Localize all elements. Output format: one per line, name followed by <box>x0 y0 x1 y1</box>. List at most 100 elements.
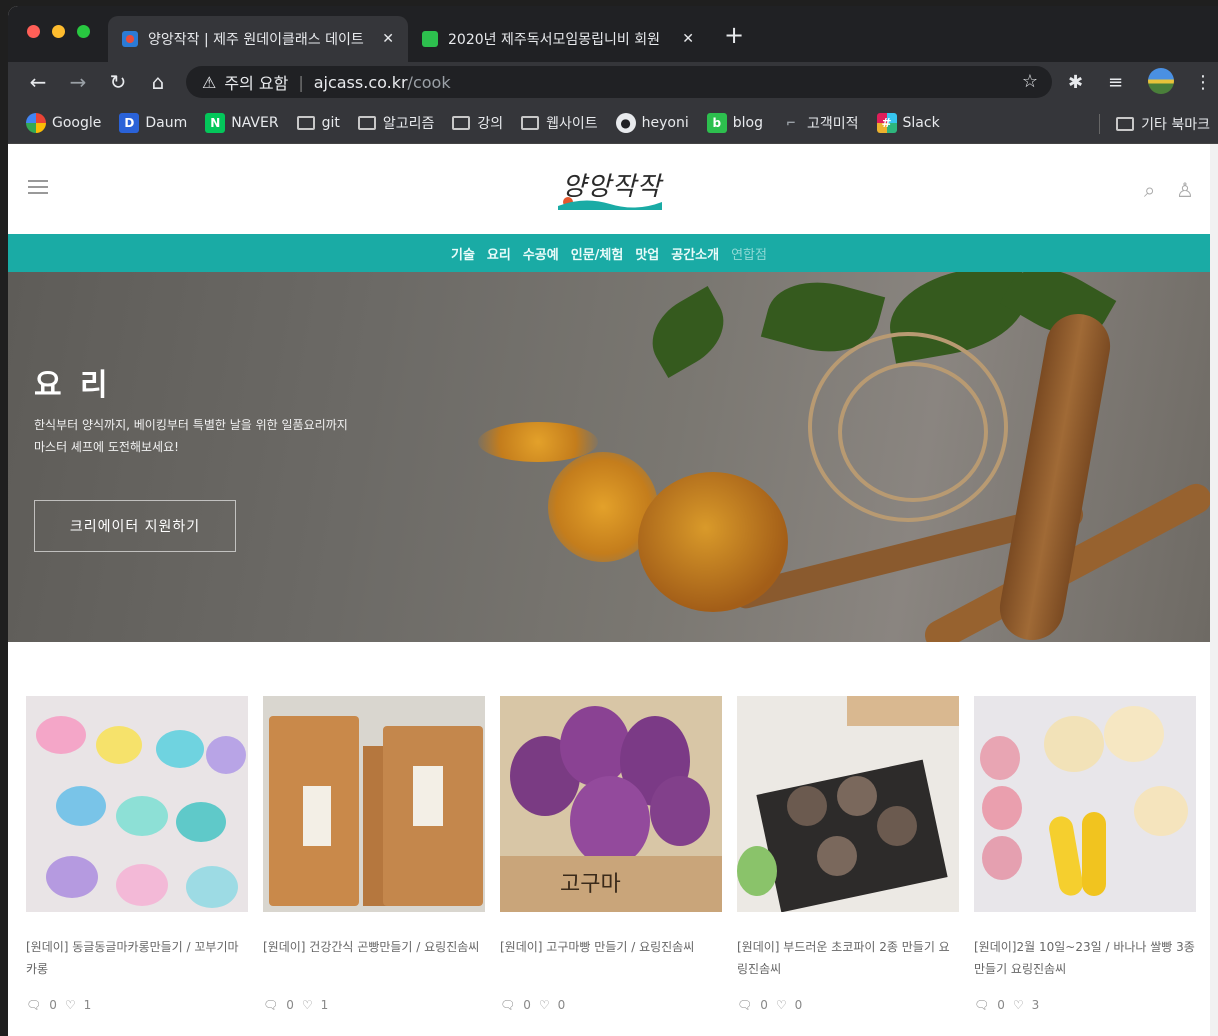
tab-active[interactable]: 양앙작작 | 제주 원데이클래스 데이트 ✕ <box>108 16 408 62</box>
card-title[interactable]: [원데이] 부드러운 초코파이 2종 만들기 요링진솜씨 <box>737 936 959 982</box>
slack-icon: # <box>876 112 897 133</box>
card-title[interactable]: [원데이]2월 10일~23일 / 바나나 쌀빵 3종 만들기 요링진솜씨 <box>974 936 1196 982</box>
security-warning-label: 주의 요함 <box>224 74 289 93</box>
like-count: 1 <box>83 998 92 1012</box>
hero-title: 요 리 <box>34 368 112 403</box>
page-scrollbar[interactable] <box>1210 144 1218 1036</box>
address-divider: | <box>298 72 304 92</box>
extensions-puzzle-icon[interactable]: ✱ <box>1068 72 1083 93</box>
tab-title: 양앙작작 | 제주 원데이클래스 데이트 <box>148 32 364 48</box>
tab-title: 2020년 제주독서모임몽립니비 회원 <box>448 32 660 48</box>
comment-icon: 🗨 <box>500 998 516 1012</box>
nav-tech[interactable]: 기술 <box>451 244 475 263</box>
address-bar[interactable]: ⚠ 주의 요함 | ajcass.co.kr/cook ☆ <box>186 66 1052 98</box>
search-icon[interactable]: ⌕ <box>1144 178 1155 202</box>
bookmark-customer[interactable]: ⌐ 고객미적 <box>781 113 859 133</box>
heart-icon[interactable]: ♡ <box>302 998 313 1012</box>
nav-crafts[interactable]: 수공예 <box>523 244 559 263</box>
back-arrow-icon[interactable]: ← <box>26 70 50 94</box>
bookmark-git[interactable]: git <box>296 115 340 131</box>
card-thumbnail-choco-pie[interactable] <box>737 696 959 912</box>
close-tab-icon[interactable]: ✕ <box>382 31 394 47</box>
comment-icon: 🗨 <box>263 998 279 1012</box>
class-card[interactable]: [원데이] 부드러운 초코파이 2종 만들기 요링진솜씨 🗨 0 ♡ 0 <box>737 696 959 1012</box>
hamburger-menu-icon[interactable] <box>28 180 48 198</box>
class-card-list: [원데이] 동글동글마카롱만들기 / 꼬부기마카롱 🗨 0 ♡ 1 [원데이] 건강… <box>26 696 1196 1012</box>
bookmark-heyoni[interactable]: ● heyoni <box>615 112 689 133</box>
hero-subtitle: 한식부터 양식까지, 베이킹부터 특별한 날을 위한 일품요리까지 마스터 셰프… <box>34 418 348 454</box>
tab-inactive[interactable]: 2020년 제주독서모임몽립니비 회원 ✕ <box>408 16 708 62</box>
twine-image <box>838 362 988 502</box>
card-thumbnail-banana-bread[interactable] <box>974 696 1196 912</box>
warning-triangle-icon: ⚠ <box>202 72 217 92</box>
like-count: 0 <box>794 998 803 1012</box>
heart-icon[interactable]: ♡ <box>539 998 550 1012</box>
comment-count: 0 <box>49 998 57 1012</box>
creator-apply-button[interactable]: 크리에이터 지원하기 <box>34 500 236 552</box>
nav-space[interactable]: 공간소개 <box>671 244 719 263</box>
home-icon[interactable]: ⌂ <box>146 70 170 94</box>
folder-icon <box>296 115 315 130</box>
maximize-window-button[interactable] <box>77 25 90 38</box>
browser-toolbar: ← → ↻ ⌂ ⚠ 주의 요함 | ajcass.co.kr/cook ☆ ✱ … <box>8 62 1218 102</box>
github-icon: ● <box>615 112 636 133</box>
heart-icon[interactable]: ♡ <box>1013 998 1024 1012</box>
bookmark-blog[interactable]: b blog <box>706 112 763 133</box>
bookmark-algorithm[interactable]: 알고리즘 <box>357 113 434 133</box>
bookmark-naver[interactable]: N NAVER <box>205 112 279 133</box>
card-thumbnail-sweet-potato[interactable]: 고구마 <box>500 696 722 912</box>
bookmark-slack[interactable]: # Slack <box>876 112 940 133</box>
heart-icon[interactable]: ♡ <box>776 998 787 1012</box>
bookmarks-bar: Google D Daum N NAVER git 알고리즘 강의 웹사이트 ● he… <box>8 102 1218 144</box>
bookmark-website[interactable]: 웹사이트 <box>521 113 598 133</box>
like-count: 0 <box>557 998 566 1012</box>
class-card[interactable]: [원데이]2월 10일~23일 / 바나나 쌀빵 3종 만들기 요링진솜씨 🗨 0… <box>974 696 1196 1012</box>
folder-icon <box>521 115 540 130</box>
card-thumbnail-macarons[interactable] <box>26 696 248 912</box>
forward-arrow-icon[interactable]: → <box>66 70 90 94</box>
bookmark-star-icon[interactable]: ☆ <box>1022 71 1038 92</box>
daum-icon: D <box>119 112 140 133</box>
class-card[interactable]: [원데이] 동글동글마카롱만들기 / 꼬부기마카롱 🗨 0 ♡ 1 <box>26 696 248 1012</box>
bookmark-lecture[interactable]: 강의 <box>452 113 503 133</box>
reading-list-icon[interactable]: ≡ <box>1108 72 1123 93</box>
comment-icon: 🗨 <box>974 998 990 1012</box>
bookmark-google[interactable]: Google <box>26 112 101 133</box>
other-bookmarks[interactable]: 기타 북마크 <box>1116 114 1210 134</box>
new-tab-button[interactable]: + <box>724 23 744 47</box>
card-meta: 🗨 0 ♡ 1 <box>26 998 248 1012</box>
profile-avatar[interactable] <box>1148 68 1174 94</box>
minimize-window-button[interactable] <box>52 25 65 38</box>
more-menu-icon[interactable]: ⋮ <box>1194 72 1212 93</box>
blog-favicon-icon <box>422 31 438 47</box>
class-card[interactable]: 고구마 [원데이] 고구마빵 만들기 / 요링진솜씨 🗨 0 ♡ 0 <box>500 696 722 1012</box>
card-thumbnail-bread[interactable] <box>263 696 485 912</box>
blog-icon: b <box>706 112 727 133</box>
comment-count: 0 <box>760 998 768 1012</box>
site-logo[interactable]: 양앙작작 <box>558 166 662 212</box>
close-window-button[interactable] <box>27 25 40 38</box>
nav-humanities[interactable]: 인문/체험 <box>571 244 624 263</box>
reload-icon[interactable]: ↻ <box>106 70 130 94</box>
card-title[interactable]: [원데이] 동글동글마카롱만들기 / 꼬부기마카롱 <box>26 936 248 982</box>
naver-icon: N <box>205 112 226 133</box>
comment-count: 0 <box>523 998 531 1012</box>
like-count: 1 <box>320 998 329 1012</box>
class-card[interactable]: [원데이] 건강간식 곤빵만들기 / 요링진솜씨 🗨 0 ♡ 1 <box>263 696 485 1012</box>
nav-partner[interactable]: 연합점 <box>731 244 767 263</box>
heart-icon[interactable]: ♡ <box>65 998 76 1012</box>
card-title[interactable]: [원데이] 고구마빵 만들기 / 요링진솜씨 <box>500 936 722 982</box>
bookmarks-divider <box>1099 114 1100 134</box>
comment-icon: 🗨 <box>737 998 753 1012</box>
site-favicon-icon <box>122 31 138 47</box>
tab-strip: 양앙작작 | 제주 원데이클래스 데이트 ✕ 2020년 제주독서모임몽립니비 … <box>8 6 1218 62</box>
bookmark-daum[interactable]: D Daum <box>119 112 187 133</box>
close-tab-icon[interactable]: ✕ <box>682 31 694 47</box>
user-icon[interactable]: ♙ <box>1176 178 1194 202</box>
card-title[interactable]: [원데이] 건강간식 곤빵만들기 / 요링진솜씨 <box>263 936 485 982</box>
nav-cooking[interactable]: 요리 <box>487 244 511 263</box>
comment-icon: 🗨 <box>26 998 42 1012</box>
nav-food[interactable]: 맛업 <box>635 244 659 263</box>
card-meta: 🗨 0 ♡ 0 <box>737 998 959 1012</box>
url-domain: ajcass.co.kr <box>313 72 408 92</box>
